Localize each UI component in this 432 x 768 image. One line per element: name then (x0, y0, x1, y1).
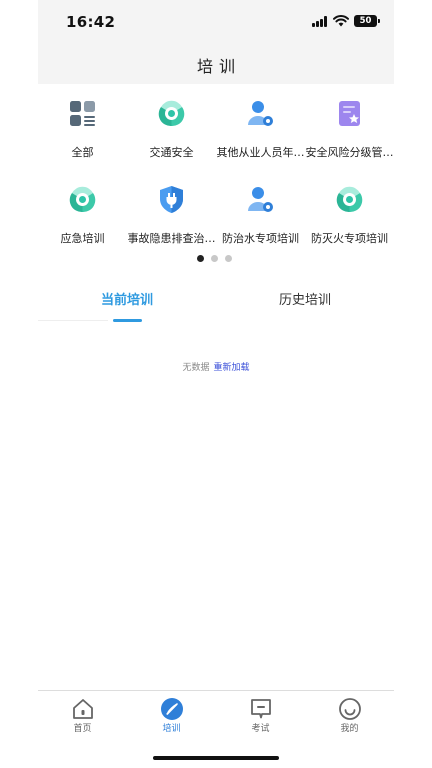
status-time: 16:42 (66, 13, 116, 31)
category-label: 全部 (71, 146, 94, 159)
tabbar-label: 考试 (251, 724, 270, 734)
radiation-icon (69, 186, 96, 213)
category-emergency[interactable]: 应急培训 (38, 178, 127, 258)
active-tab-indicator (113, 319, 142, 322)
category-label: 防灭火专项培训 (311, 232, 388, 245)
signal-icon (312, 16, 329, 27)
document-star-icon (339, 101, 360, 126)
shield-plug-icon (160, 186, 183, 213)
status-bar: 16:42 50 (38, 0, 394, 44)
tabbar-label: 首页 (73, 724, 92, 734)
tabbar-mine[interactable]: 我的 (305, 691, 394, 741)
divider (38, 320, 108, 321)
compass-icon (161, 698, 183, 720)
reload-link[interactable]: 重新加载 (214, 363, 250, 373)
tabbar-home[interactable]: 首页 (38, 691, 127, 741)
radiation-icon (336, 186, 363, 213)
category-label: 其他从业人员年… (216, 146, 305, 159)
category-label: 交通安全 (149, 146, 194, 159)
category-label: 安全风险分级管… (305, 146, 394, 159)
page-title: 培训 (196, 57, 241, 76)
tabbar-training[interactable]: 培训 (127, 691, 216, 741)
empty-message: 无数据 (182, 363, 210, 373)
category-label: 应急培训 (60, 232, 105, 245)
tabbar-label: 培训 (162, 724, 181, 734)
message-icon (251, 699, 271, 719)
category-label: 事故隐患排查治… (127, 232, 216, 245)
category-other-workers[interactable]: 其他从业人员年… (216, 92, 305, 172)
nav-bar: 培训 (38, 44, 394, 84)
empty-state: 无数据 重新加载 (38, 360, 394, 373)
page-dot[interactable] (197, 255, 204, 262)
battery-icon: 50 (354, 15, 380, 27)
category-label: 防治水专项培训 (222, 232, 299, 245)
training-tabs: 当前培训 历史培训 (38, 284, 394, 324)
page-indicator (197, 255, 237, 263)
home-icon (73, 699, 93, 719)
page-dot[interactable] (211, 255, 218, 262)
home-indicator (153, 756, 279, 760)
category-risk-grading[interactable]: 安全风险分级管… (305, 92, 394, 172)
category-hazard-check[interactable]: 事故隐患排查治… (127, 178, 216, 258)
smile-icon (339, 698, 361, 720)
category-fire-control[interactable]: 防灭火专项培训 (305, 178, 394, 258)
category-water-control[interactable]: 防治水专项培训 (216, 178, 305, 258)
wifi-icon (333, 14, 349, 27)
tab-history-training[interactable]: 历史培训 (216, 284, 394, 324)
user-settings-icon (248, 187, 273, 212)
tabbar-label: 我的 (340, 724, 359, 734)
radiation-icon (158, 100, 185, 127)
category-traffic-safety[interactable]: 交通安全 (127, 92, 216, 172)
app-screen: 16:42 50 培训 全部 交通安全 其他从业人员年… 安全风险分级管… 应急… (38, 0, 394, 768)
bottom-tab-bar: 首页 培训 考试 我的 (38, 691, 394, 741)
user-settings-icon (248, 101, 273, 126)
tabbar-exam[interactable]: 考试 (216, 691, 305, 741)
category-all[interactable]: 全部 (38, 92, 127, 172)
grid-list-icon (70, 101, 95, 126)
page-dot[interactable] (225, 255, 232, 262)
tab-current-training[interactable]: 当前培训 (38, 284, 216, 324)
